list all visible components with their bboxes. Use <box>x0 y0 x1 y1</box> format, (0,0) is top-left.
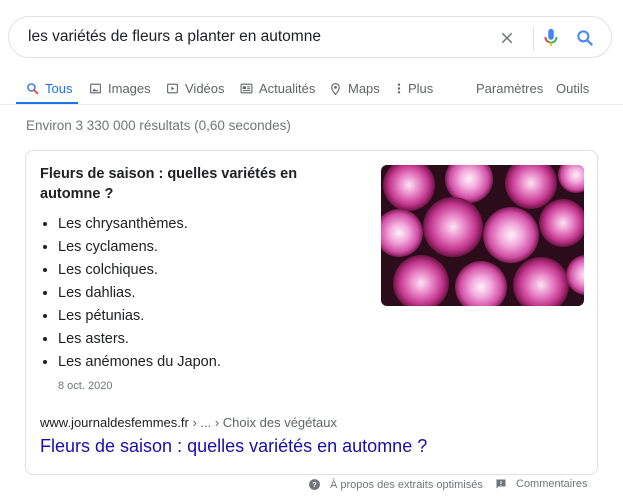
tab-settings[interactable]: Paramètres <box>476 72 543 105</box>
tab-news[interactable]: Actualités <box>240 72 315 105</box>
tab-images[interactable]: Images <box>89 72 151 105</box>
search-box-divider <box>533 26 534 50</box>
snippet-image[interactable] <box>381 165 584 306</box>
news-icon <box>240 83 253 94</box>
search-box[interactable]: les variétés de fleurs a planter en auto… <box>8 16 612 58</box>
map-pin-icon <box>331 82 340 95</box>
tab-label: Actualités <box>259 81 316 96</box>
tab-maps[interactable]: Maps <box>329 72 380 105</box>
result-title-link[interactable]: Fleurs de saison : quelles variétés en a… <box>40 436 427 457</box>
search-icon <box>27 83 39 95</box>
tab-label: Vidéos <box>185 81 225 96</box>
list-item: Les chrysanthèmes. <box>58 213 221 236</box>
list-item: Les anémones du Japon. <box>58 351 221 374</box>
video-icon <box>167 83 178 94</box>
result-stats: Environ 3 330 000 résultats (0,60 second… <box>26 118 291 133</box>
result-site: www.journaldesfemmes.fr <box>40 415 189 430</box>
close-icon <box>501 32 513 44</box>
about-snippets-link[interactable]: ? À propos des extraits optimisés <box>308 478 483 491</box>
chrysanthemum-image <box>381 165 584 306</box>
list-item: Les dahlias. <box>58 282 221 305</box>
list-item: Les colchiques. <box>58 259 221 282</box>
tab-label: Paramètres <box>476 81 544 96</box>
search-icon <box>577 30 593 46</box>
image-icon <box>90 83 101 94</box>
snippet-title: Fleurs de saison : quelles variétés en a… <box>40 166 298 202</box>
tab-label: Plus <box>408 81 434 96</box>
tab-more[interactable]: Plus <box>396 72 433 105</box>
snippet-date: 8 oct. 2020 <box>58 380 113 392</box>
feedback-label: Commentaires <box>516 478 588 490</box>
tab-label: Maps <box>348 81 380 96</box>
list-item: Les asters. <box>58 328 221 351</box>
tab-label: Outils <box>556 81 590 96</box>
svg-text:?: ? <box>312 480 317 489</box>
tabs-divider <box>0 104 623 105</box>
more-vert-icon <box>397 83 401 94</box>
list-item: Les cyclamens. <box>58 236 221 259</box>
result-breadcrumb: www.journaldesfemmes.fr › ... › Choix de… <box>40 415 337 430</box>
microphone-icon <box>544 28 558 47</box>
clear-search-button[interactable] <box>495 26 519 50</box>
help-icon: ? <box>309 479 320 490</box>
feedback-icon <box>496 479 506 489</box>
result-path: › ... › Choix des végétaux <box>188 415 337 430</box>
snippet-list: Les chrysanthèmes. Les cyclamens. Les co… <box>40 213 221 374</box>
tab-tools[interactable]: Outils <box>556 72 589 105</box>
voice-search-button[interactable] <box>539 26 563 50</box>
list-item: Les pétunias. <box>58 305 221 328</box>
feedback-link[interactable]: Commentaires <box>495 478 588 490</box>
tab-label: Tous <box>45 81 73 96</box>
search-input[interactable]: les variétés de fleurs a planter en auto… <box>28 28 321 46</box>
featured-snippet: Fleurs de saison : quelles variétés en a… <box>25 150 598 475</box>
tab-videos[interactable]: Vidéos <box>166 72 225 105</box>
search-submit-button[interactable] <box>573 26 597 50</box>
tab-label: Images <box>108 81 151 96</box>
search-tabs: Tous Images Vidéos Actualités Maps Plus … <box>16 72 623 105</box>
tab-all[interactable]: Tous <box>26 72 72 105</box>
about-snippets-label: À propos des extraits optimisés <box>330 478 483 491</box>
